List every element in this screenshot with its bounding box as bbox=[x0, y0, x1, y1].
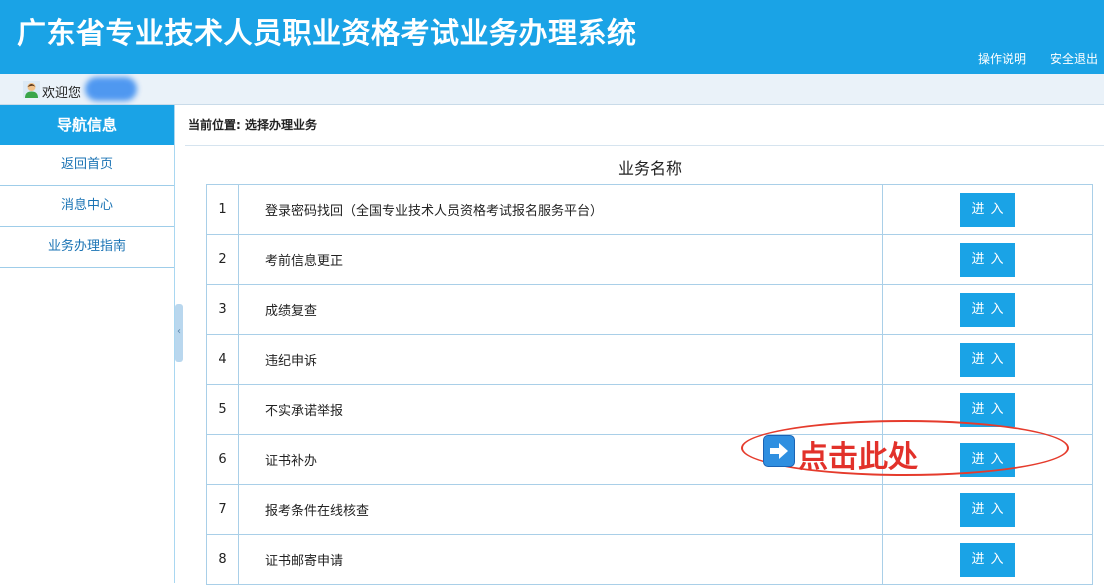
enter-button[interactable]: 进入 bbox=[960, 542, 1015, 577]
user-avatar-icon bbox=[23, 81, 40, 98]
row-number: 2 bbox=[206, 234, 239, 285]
table-caption: 业务名称 bbox=[617, 159, 682, 178]
sidebar-item-guide[interactable]: 业务办理指南 bbox=[0, 227, 174, 268]
logout-link[interactable]: 安全退出 bbox=[1050, 50, 1098, 67]
welcome-text: 欢迎您 bbox=[42, 86, 82, 101]
table-row: 1 登录密码找回（全国专业技术人员资格考试报名服务平台） 进入 bbox=[206, 184, 1093, 235]
enter-button[interactable]: 进入 bbox=[960, 242, 1015, 277]
enter-button[interactable]: 进入 bbox=[960, 342, 1015, 377]
username-redacted bbox=[85, 77, 137, 101]
row-number: 5 bbox=[206, 384, 239, 435]
table-row: 2 考前信息更正 进入 bbox=[206, 234, 1093, 285]
row-number: 7 bbox=[206, 484, 239, 535]
app-header: 广东省专业技术人员职业资格考试业务办理系统 操作说明 安全退出 bbox=[0, 0, 1104, 74]
business-name: 登录密码找回（全国专业技术人员资格考试报名服务平台） bbox=[238, 184, 883, 235]
row-number: 1 bbox=[206, 184, 239, 235]
business-name: 证书邮寄申请 bbox=[238, 534, 883, 585]
business-name: 报考条件在线核查 bbox=[238, 484, 883, 535]
breadcrumb: 当前位置: 选择办理业务 bbox=[185, 105, 1104, 146]
chevron-left-icon: ‹ bbox=[177, 326, 181, 337]
header-links: 操作说明 安全退出 bbox=[978, 50, 1098, 67]
business-table: 1 登录密码找回（全国专业技术人员资格考试报名服务平台） 进入 2 考前信息更正… bbox=[206, 184, 1093, 585]
row-number: 4 bbox=[206, 334, 239, 385]
app-title: 广东省专业技术人员职业资格考试业务办理系统 bbox=[17, 16, 637, 50]
help-link[interactable]: 操作说明 bbox=[978, 50, 1026, 67]
sidebar-heading: 导航信息 bbox=[0, 105, 174, 145]
sidebar-item-home[interactable]: 返回首页 bbox=[0, 145, 174, 186]
sidebar: 导航信息 返回首页 消息中心 业务办理指南 bbox=[0, 105, 175, 583]
business-name: 违纪申诉 bbox=[238, 334, 883, 385]
table-row: 8 证书邮寄申请 进入 bbox=[206, 534, 1093, 585]
click-here-annotation: 点击此处 bbox=[741, 420, 1069, 476]
row-number: 6 bbox=[206, 434, 239, 485]
row-number: 3 bbox=[206, 284, 239, 335]
right-arrow-icon bbox=[763, 435, 795, 467]
sidebar-item-messages[interactable]: 消息中心 bbox=[0, 186, 174, 227]
enter-button[interactable]: 进入 bbox=[960, 292, 1015, 327]
table-row: 7 报考条件在线核查 进入 bbox=[206, 484, 1093, 535]
table-row: 4 违纪申诉 进入 bbox=[206, 334, 1093, 385]
enter-button[interactable]: 进入 bbox=[960, 192, 1015, 227]
annotation-text: 点击此处 bbox=[798, 440, 918, 475]
sidebar-collapse-handle[interactable]: ‹ bbox=[175, 304, 183, 362]
table-row: 3 成绩复查 进入 bbox=[206, 284, 1093, 335]
business-name: 考前信息更正 bbox=[238, 234, 883, 285]
row-number: 8 bbox=[206, 534, 239, 585]
user-bar: 欢迎您 bbox=[0, 74, 1104, 105]
business-name: 成绩复查 bbox=[238, 284, 883, 335]
main-content: 当前位置: 选择办理业务 业务名称 1 登录密码找回（全国专业技术人员资格考试报… bbox=[185, 105, 1104, 585]
enter-button[interactable]: 进入 bbox=[960, 492, 1015, 527]
